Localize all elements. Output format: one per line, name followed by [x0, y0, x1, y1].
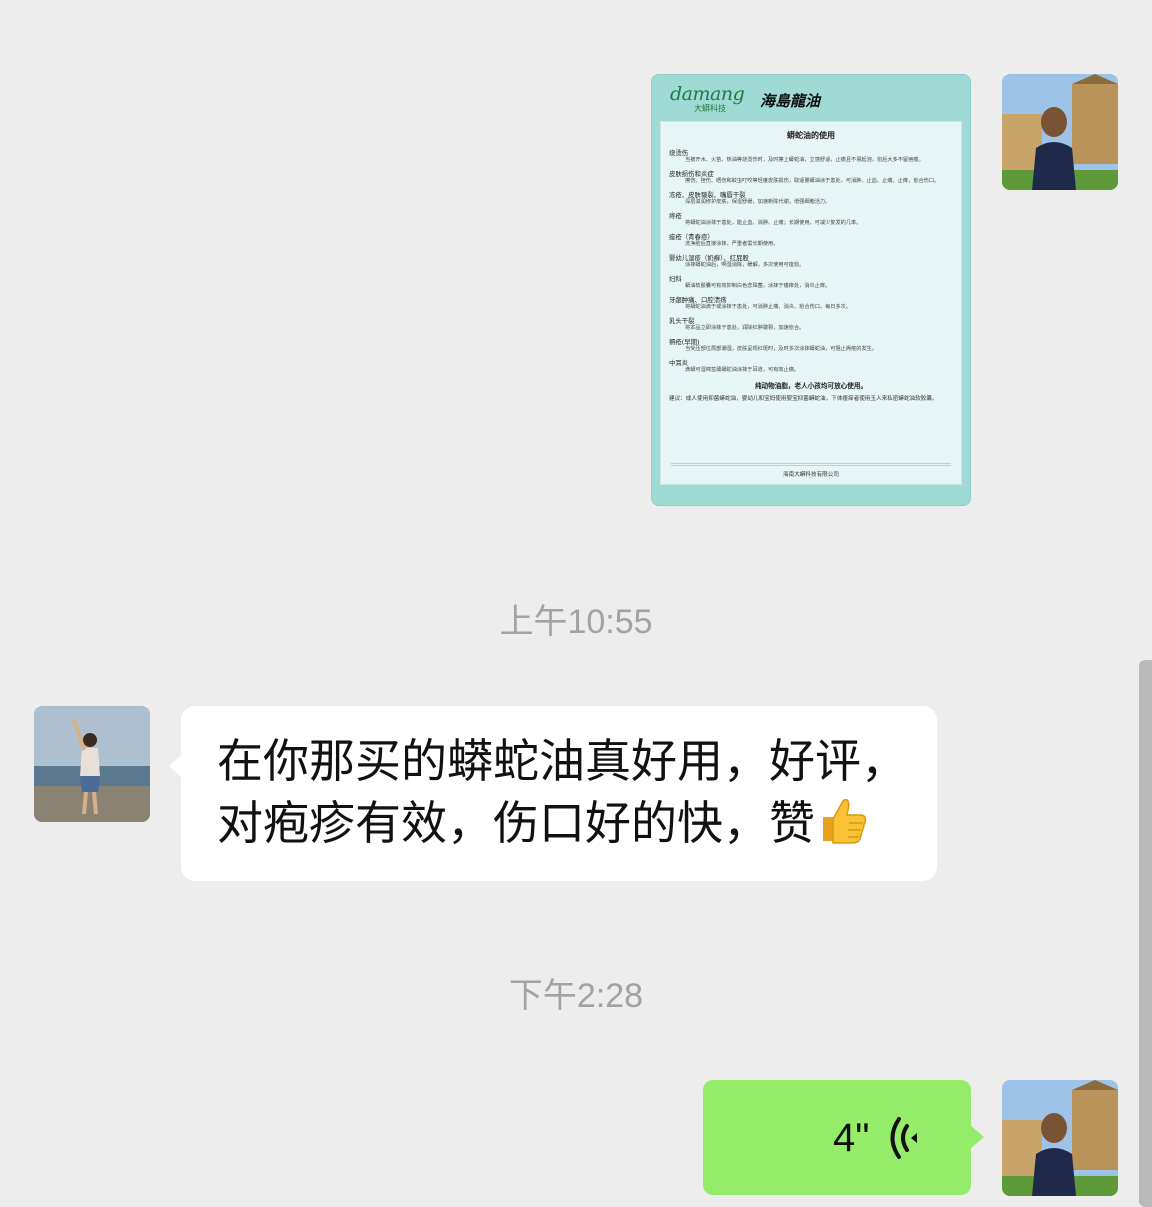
timestamp: 上午10:55 — [499, 603, 653, 641]
section-body: 滴蟒可湿棉签蘸蟒蛇油涂抹于耳道，可有效止痛。 — [685, 367, 800, 373]
usage-section: 痤疮（青春痘） 洗净脸后直接涂抹，严重者需长期使用。 — [669, 233, 953, 248]
brand-logo: damang — [670, 83, 745, 105]
brand-subtitle: 大蟒科技 — [694, 104, 726, 113]
usage-section: 烧烫伤 当被开水、火苗、热油等烧烫伤时，及时擦上蟒蛇油，立感舒适，止痛且不易起泡，… — [669, 149, 953, 164]
section-heading: 中耳炎 — [669, 359, 689, 367]
section-body: 蟒油软胶囊可有效抑制白色念珠菌，涂抹于瘙痒处，消炎止痒。 — [685, 283, 831, 289]
usage-section: 中耳炎 滴蟒可湿棉签蘸蟒蛇油涂抹于耳道，可有效止痛。 — [669, 359, 953, 374]
contact-avatar[interactable] — [34, 706, 150, 822]
document-footer: 海南大蟒科技有限公司 — [671, 465, 951, 478]
image-message[interactable]: damang 大蟒科技 海島龍油 蟒蛇油的使用 烧烫伤 当被开水、火苗、热油等烧烫… — [651, 74, 971, 506]
section-heading: 痔疮 — [669, 212, 682, 220]
avatar-photo-icon — [34, 706, 150, 822]
brand-name: 海島龍油 — [760, 92, 821, 110]
section-heading: 妇科 — [669, 275, 682, 283]
section-body: 将蟒蛇油滴于或涂抹于患处，可消肿止痛、消炎、愈合伤口，每日多次。 — [685, 304, 852, 310]
usage-document: 蟒蛇油的使用 烧烫伤 当被开水、火苗、热油等烧烫伤时，及时擦上蟒蛇油，立感舒适，止… — [660, 121, 962, 485]
document-note: 纯动物油脂，老人小孩均可放心使用。 — [754, 382, 868, 390]
section-heading: 痤疮（青春痘） — [669, 233, 714, 241]
section-body: 当受压部位局部潮湿，皮肤呈现红斑时，及时多次涂抹蟒蛇油，可阻止褥疮的发生。 — [685, 346, 877, 352]
section-heading: 乳头干裂 — [669, 317, 695, 325]
divider — [671, 463, 951, 464]
section-heading: 婴幼儿湿疹（奶癣）、红屁股 — [669, 254, 749, 262]
scrollbar[interactable] — [1139, 660, 1152, 1207]
my-avatar[interactable] — [1002, 74, 1118, 190]
section-body: 擦伤、挫伤、晒伤和蚊虫叮咬等轻度皮肤损伤，取适量蟒油涂于患处，可消肿、止血、止痛… — [685, 178, 940, 184]
thumbs-up-icon — [815, 793, 869, 862]
avatar-photo-icon — [1002, 74, 1118, 190]
message-line-2: 对疱疹有效，伤口好的快，赞 — [217, 792, 917, 862]
my-avatar[interactable] — [1002, 1080, 1118, 1196]
section-body: 当被开水、火苗、热油等烧烫伤时，及时擦上蟒蛇油，立感舒适，止痛且不易起泡，愈后大… — [685, 157, 924, 163]
usage-section: 褥疮(早期) 当受压部位局部潮湿，皮肤呈现红斑时，及时多次涂抹蟒蛇油，可阻止褥疮的… — [669, 338, 953, 353]
section-body: 深层滋润修护皮肤，保湿舒缓，加速新陈代谢，增强细胞活力。 — [685, 199, 831, 205]
usage-section: 婴幼儿湿疹（奶癣）、红屁股 涂抹蟒蛇油后，啊湿消除，缓解，多次使用可痊愈。 — [669, 254, 953, 269]
section-heading: 烧烫伤 — [669, 149, 689, 157]
voice-message-bubble[interactable]: 4" — [703, 1080, 984, 1195]
message-line-2-text: 对疱疹有效，伤口好的快，赞 — [217, 796, 815, 850]
usage-sections: 烧烫伤 当被开水、火苗、热油等烧烫伤时，及时擦上蟒蛇油，立感舒适，止痛且不易起泡，… — [669, 149, 953, 374]
section-body: 将本品立即涂抹于患处，润除红肿皲裂，加速愈合。 — [685, 325, 805, 331]
section-heading: 皮肤损伤和炎症 — [669, 170, 714, 178]
section-body: 洗净脸后直接涂抹，严重者需长期使用。 — [685, 241, 779, 247]
voice-wave-icon — [885, 1116, 925, 1164]
avatar-photo-icon — [1002, 1080, 1118, 1196]
usage-section: 皮肤损伤和炎症 擦伤、挫伤、晒伤和蚊虫叮咬等轻度皮肤损伤，取适量蟒油涂于患处，可消… — [669, 170, 953, 185]
timestamp: 下午2:28 — [508, 977, 644, 1015]
text-message-bubble[interactable]: 在你那买的蟒蛇油真好用，好评， 对疱疹有效，伤口好的快，赞 — [169, 706, 937, 881]
usage-section: 冻疮、皮肤皲裂、嘴唇干裂 深层滋润修护皮肤，保湿舒缓，加速新陈代谢，增强细胞活力。 — [669, 191, 953, 206]
section-body: 将蟒蛇油涂抹于患处，能止血、消肿、止痛；长期使用，可减少复发的几率。 — [685, 220, 862, 226]
card-header: damang 大蟒科技 海島龍油 — [670, 83, 960, 117]
usage-section: 痔疮 将蟒蛇油涂抹于患处，能止血、消肿、止痛；长期使用，可减少复发的几率。 — [669, 212, 953, 227]
message-line-1: 在你那买的蟒蛇油真好用，好评， — [217, 734, 907, 788]
document-title: 蟒蛇油的使用 — [787, 131, 835, 140]
voice-duration: 4" — [833, 1116, 870, 1160]
usage-section: 牙龈肿痛、口腔溃疡 将蟒蛇油滴于或涂抹于患处，可消肿止痛、消炎、愈合伤口，每日多次… — [669, 296, 953, 311]
section-heading: 牙龈肿痛、口腔溃疡 — [669, 296, 727, 304]
usage-section: 乳头干裂 将本品立即涂抹于患处，润除红肿皲裂，加速愈合。 — [669, 317, 953, 332]
document-advice: 建议：成人使用抑菌蟒蛇油，婴幼儿和宝妈使用婴宝抑菌蟒蛇油，下体瘙痒者使用玉人来私… — [669, 396, 938, 402]
section-heading: 褥疮(早期) — [669, 338, 700, 346]
usage-section: 妇科 蟒油软胶囊可有效抑制白色念珠菌，涂抹于瘙痒处，消炎止痒。 — [669, 275, 953, 290]
section-heading: 冻疮、皮肤皲裂、嘴唇干裂 — [669, 191, 746, 199]
section-body: 涂抹蟒蛇油后，啊湿消除，缓解，多次使用可痊愈。 — [685, 262, 805, 268]
